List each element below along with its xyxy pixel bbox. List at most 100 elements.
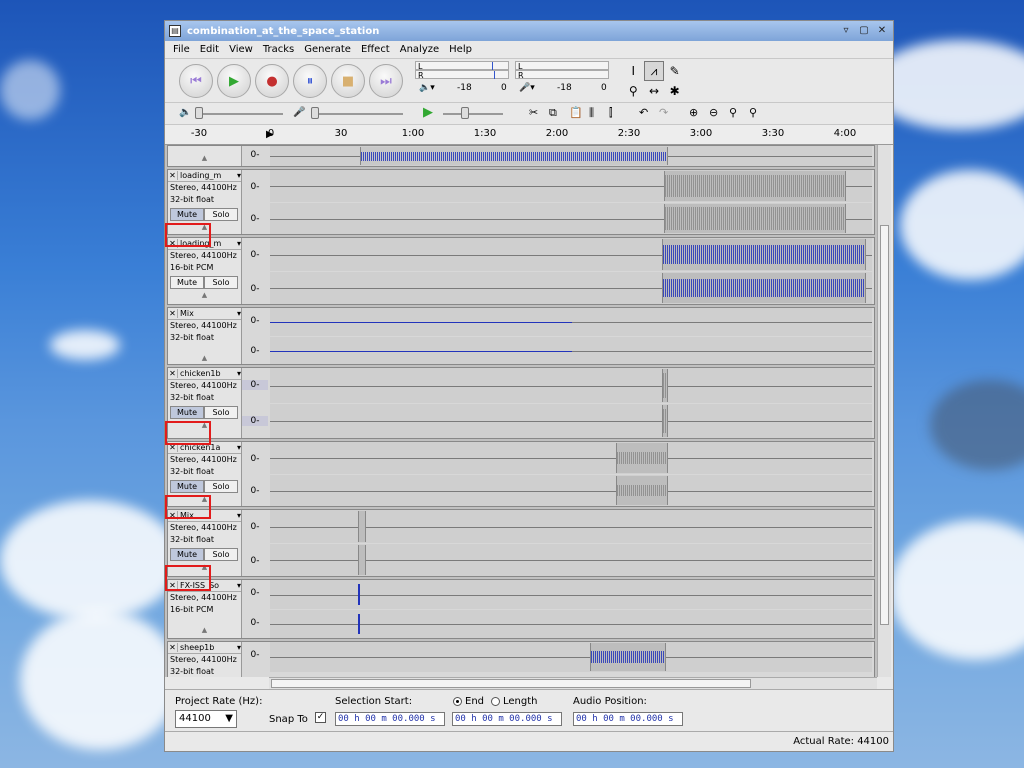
solo-button[interactable]: Solo [204, 276, 238, 289]
vertical-scrollbar[interactable] [877, 145, 891, 677]
solo-button[interactable]: Solo [204, 208, 238, 221]
output-volume-knob[interactable] [195, 107, 203, 119]
minimize-icon[interactable]: ▿ [839, 24, 853, 38]
audio-clip[interactable] [616, 443, 668, 473]
waveform-lane[interactable] [270, 170, 872, 202]
waveform-lane[interactable] [270, 510, 872, 543]
track[interactable]: ✕ Mix ▾ Stereo, 44100Hz 32-bit float ▲ 0- … [167, 307, 875, 365]
collapse-icon[interactable]: ▲ [168, 154, 241, 162]
audio-clip[interactable] [590, 643, 666, 671]
output-meter[interactable]: L R 🔈▾ -18 0 [415, 61, 509, 101]
redo-icon[interactable]: ↷ [659, 106, 668, 119]
copy-icon[interactable]: ⧉ [549, 106, 557, 120]
track-name[interactable]: chicken1b [178, 369, 237, 378]
audio-position-field[interactable]: 00 h 00 m 00.000 s [573, 712, 683, 726]
waveform-lane[interactable] [270, 404, 872, 438]
close-track-icon[interactable]: ✕ [168, 309, 178, 318]
audio-clip[interactable] [360, 147, 668, 165]
close-track-icon[interactable]: ✕ [168, 369, 178, 378]
track[interactable]: ✕ sheep1b ▾ Stereo, 44100Hz 32-bit float 0… [167, 641, 875, 677]
input-volume-knob[interactable] [311, 107, 319, 119]
track-name[interactable]: Mix [178, 309, 237, 318]
zoom-out-icon[interactable]: ⊖ [709, 106, 718, 119]
zoom-tool-icon[interactable]: ⚲ [623, 81, 644, 101]
silence-icon[interactable]: ⫿ [609, 106, 613, 120]
input-meter[interactable]: L R 🎤▾ -18 0 [515, 61, 609, 101]
audio-clip[interactable] [664, 171, 846, 201]
waveform-lane[interactable] [270, 475, 872, 506]
track-menu-icon[interactable]: ▾ [237, 369, 241, 378]
skip-end-button[interactable]: ⏭ [369, 64, 403, 98]
snap-to-checkbox[interactable]: ✓ [315, 712, 326, 723]
track[interactable]: ✕ loading_m ▾ Stereo, 44100Hz 32-bit float… [167, 169, 875, 235]
close-track-icon[interactable]: ✕ [168, 171, 178, 180]
audio-clip[interactable] [664, 204, 846, 233]
collapse-icon[interactable]: ▲ [168, 291, 241, 299]
audio-clip[interactable] [358, 584, 360, 605]
track[interactable]: ✕ Mix ▾ Stereo, 44100Hz 32-bit float Mute S… [167, 509, 875, 577]
horizontal-scrollbar[interactable] [269, 677, 877, 689]
solo-button[interactable]: Solo [204, 480, 238, 493]
maximize-icon[interactable]: ▢ [857, 24, 871, 38]
multi-tool-icon[interactable]: ✱ [664, 81, 685, 101]
project-rate-select[interactable]: 44100 ▼ [175, 710, 237, 728]
selection-start-field[interactable]: 00 h 00 m 00.000 s [335, 712, 445, 726]
menu-effect[interactable]: Effect [361, 44, 390, 55]
cut-icon[interactable]: ✂ [529, 106, 538, 119]
paste-icon[interactable]: 📋 [569, 106, 583, 119]
timeshift-tool-icon[interactable]: ↔ [644, 81, 665, 101]
track-name[interactable]: loading_m [178, 171, 237, 180]
audio-clip[interactable] [662, 405, 668, 437]
vertical-scroll-thumb[interactable] [880, 225, 889, 625]
end-radio[interactable] [453, 696, 462, 706]
waveform-lane[interactable] [270, 272, 872, 304]
stop-button[interactable]: ■ [331, 64, 365, 98]
mute-button[interactable]: Mute [170, 480, 204, 493]
audio-clip[interactable] [358, 511, 366, 542]
track[interactable]: ▲ 0- [167, 145, 875, 167]
output-volume-slider[interactable] [195, 113, 283, 115]
envelope-tool-icon[interactable]: ⩘ [643, 61, 665, 81]
waveform-lane[interactable] [270, 368, 872, 403]
audio-clip[interactable] [662, 369, 668, 402]
track[interactable]: ✕ chicken1b ▾ Stereo, 44100Hz 32-bit float… [167, 367, 875, 439]
menu-help[interactable]: Help [449, 44, 472, 55]
timeline-ruler[interactable]: -30 0 30 1:00 1:30 2:00 2:30 3:00 3:30 4… [165, 125, 893, 145]
track-menu-icon[interactable]: ▾ [237, 309, 241, 318]
track-menu-icon[interactable]: ▾ [237, 511, 241, 520]
track-menu-icon[interactable]: ▾ [237, 443, 241, 452]
mute-button[interactable]: Mute [170, 406, 204, 419]
input-volume-slider[interactable] [311, 113, 403, 115]
play-at-speed-icon[interactable]: ▶ [423, 105, 433, 120]
audio-clip[interactable] [662, 273, 866, 303]
waveform-lane[interactable] [270, 544, 872, 576]
collapse-icon[interactable]: ▲ [168, 354, 241, 362]
solo-button[interactable]: Solo [204, 548, 238, 561]
menu-file[interactable]: File [173, 44, 190, 55]
track-menu-icon[interactable]: ▾ [237, 171, 241, 180]
waveform-lane[interactable] [270, 238, 872, 271]
track[interactable]: ✕ loading_m ▾ Stereo, 44100Hz 16-bit PCM M… [167, 237, 875, 305]
mute-button[interactable]: Mute [170, 208, 204, 221]
waveform-lane[interactable] [270, 442, 872, 474]
waveform-lane[interactable] [270, 203, 872, 234]
menu-edit[interactable]: Edit [200, 44, 219, 55]
skip-start-button[interactable]: ⏮ [179, 64, 213, 98]
play-speed-slider[interactable] [443, 113, 503, 115]
mute-button[interactable]: Mute [170, 548, 204, 561]
collapse-icon[interactable]: ▲ [168, 626, 241, 634]
undo-icon[interactable]: ↶ [639, 106, 648, 119]
menu-generate[interactable]: Generate [304, 44, 351, 55]
close-icon[interactable]: ✕ [875, 24, 889, 38]
audio-clip[interactable] [358, 545, 366, 575]
menu-view[interactable]: View [229, 44, 253, 55]
track-menu-icon[interactable]: ▾ [237, 643, 241, 652]
zoom-in-icon[interactable]: ⊕ [689, 106, 698, 119]
selection-end-field[interactable]: 00 h 00 m 00.000 s [452, 712, 562, 726]
waveform-lane[interactable] [270, 580, 872, 609]
track[interactable]: ✕ chicken1a ▾ Stereo, 44100Hz 32-bit float… [167, 441, 875, 507]
horizontal-scroll-thumb[interactable] [271, 679, 751, 688]
pause-button[interactable]: ⏸ [293, 64, 327, 98]
selection-tool-icon[interactable]: I [623, 61, 644, 81]
track-menu-icon[interactable]: ▾ [237, 239, 241, 248]
